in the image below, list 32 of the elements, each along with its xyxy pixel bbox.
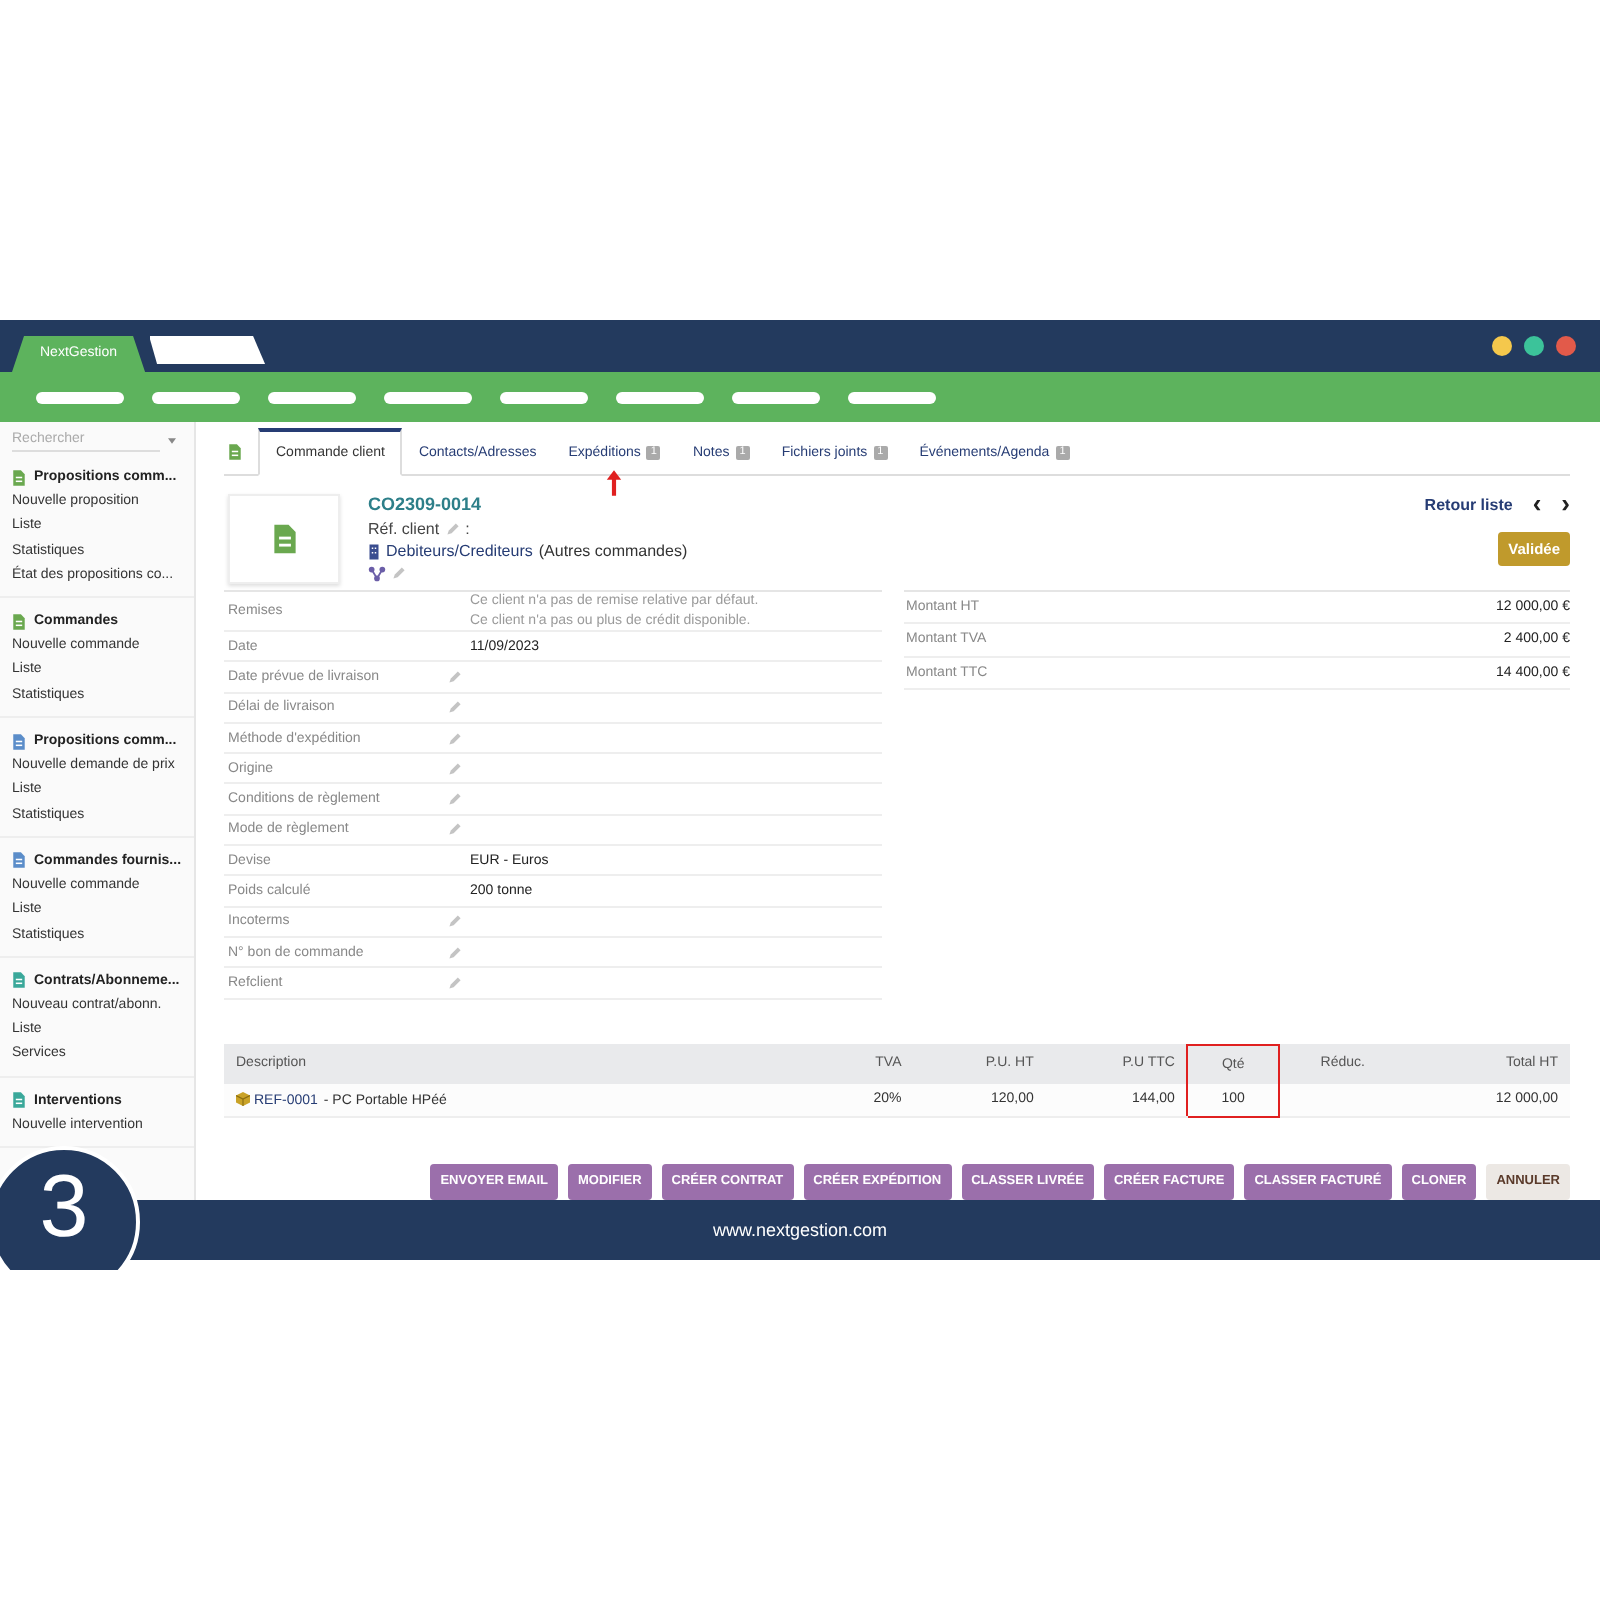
separator: : xyxy=(465,520,470,538)
menu-pill[interactable] xyxy=(616,391,704,403)
pencil-icon xyxy=(448,700,462,715)
client-ref-label: Réf. client xyxy=(368,520,440,538)
building-icon xyxy=(368,543,380,559)
thirdparty-link[interactable]: Debiteurs/Crediteurs xyxy=(386,542,533,560)
menu-pill[interactable] xyxy=(732,391,820,403)
caret-icon xyxy=(168,437,176,443)
website-url[interactable]: www.nextgestion.com xyxy=(712,1220,888,1240)
minimize-button[interactable] xyxy=(1492,336,1512,356)
pencil-icon xyxy=(445,522,460,536)
blank-tab[interactable] xyxy=(149,336,266,364)
pencil-icon xyxy=(392,566,406,580)
back-link[interactable]: Retour liste xyxy=(1424,495,1513,513)
close-button[interactable] xyxy=(1556,336,1576,356)
previous-button[interactable]: ‹ xyxy=(1532,494,1542,514)
document-icon xyxy=(228,444,242,460)
menu-pill[interactable] xyxy=(268,391,356,403)
pencil-icon xyxy=(448,914,462,929)
menu-pill[interactable] xyxy=(36,391,124,403)
menu-pill[interactable] xyxy=(848,391,936,403)
menu-pill[interactable] xyxy=(384,391,472,403)
pencil-icon xyxy=(448,669,462,684)
menu-pill[interactable] xyxy=(500,391,588,403)
order-reference: CO2309-0014 xyxy=(368,494,484,518)
network-icon xyxy=(368,565,386,581)
next-button[interactable]: › xyxy=(1561,494,1570,514)
document-icon xyxy=(271,524,297,554)
package-icon xyxy=(236,1091,250,1106)
thirdparty-note: (Autres commandes) xyxy=(538,542,688,560)
maximize-button[interactable] xyxy=(1524,336,1544,356)
menu-pill[interactable] xyxy=(152,391,240,403)
